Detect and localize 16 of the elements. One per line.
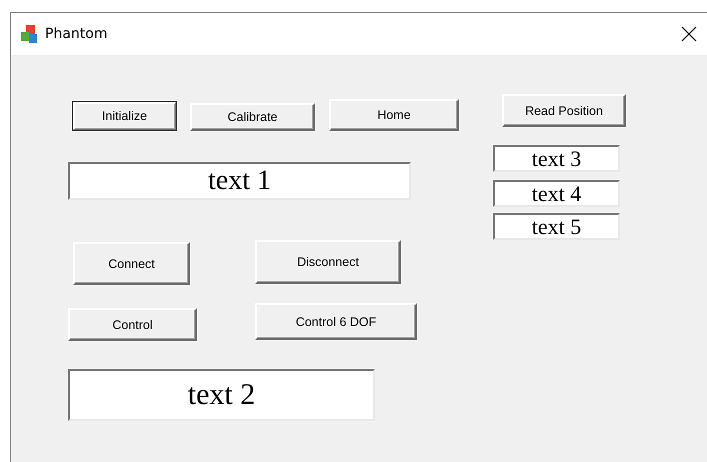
button[interactable]: Home (329, 99, 459, 131)
text-field[interactable]: text 3 (493, 145, 620, 172)
button[interactable]: Calibrate (190, 103, 315, 131)
close-icon (681, 26, 697, 42)
button[interactable]: Connect (73, 242, 190, 285)
text-field[interactable]: text 4 (493, 180, 620, 207)
button[interactable]: Initialize (72, 101, 177, 131)
app-icon (20, 24, 39, 44)
window-title: Phantom (45, 26, 108, 42)
button[interactable]: Control 6 DOF (255, 303, 417, 340)
button[interactable]: Disconnect (255, 240, 401, 284)
text-field[interactable]: text 5 (493, 213, 620, 240)
text-field[interactable]: text 2 (68, 369, 375, 421)
text-field[interactable]: text 1 (68, 162, 411, 200)
button[interactable]: Read Position (502, 94, 626, 127)
button[interactable]: Control (68, 308, 197, 341)
